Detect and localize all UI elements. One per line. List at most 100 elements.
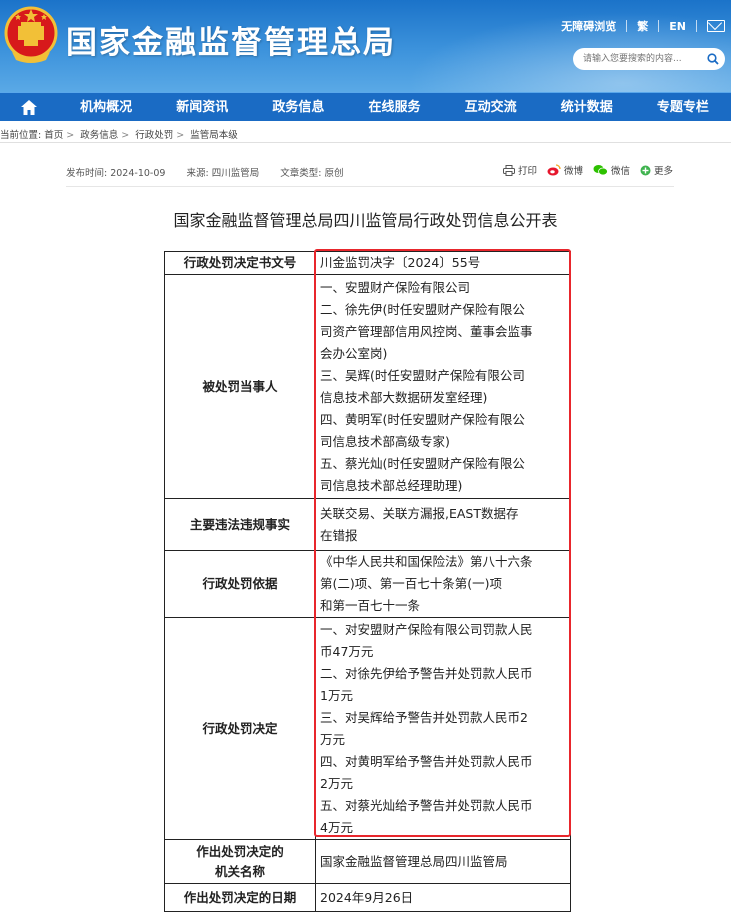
nav-item-government-info[interactable]: 政务信息 <box>250 93 346 122</box>
table-value-line: 《中华人民共和国保险法》第八十六条 <box>320 554 533 569</box>
table-value-line: 会办公室岗) <box>320 345 388 361</box>
table-value-line: 在错报 <box>320 527 358 543</box>
table-row: 主要违法违规事实 关联交易、关联方漏报,EAST数据存 在错报 <box>164 498 571 551</box>
table-key-cell: 作出处罚决定的 机关名称 <box>164 839 316 884</box>
mail-icon[interactable] <box>707 20 725 32</box>
table-value-line: 四、黄明军(时任安盟财产保险有限公 <box>320 411 525 427</box>
table-row: 作出处罚决定的日期 2024年9月26日 <box>164 883 571 912</box>
table-value-line: 三、对吴辉给予警告并处罚款人民币2 <box>320 709 528 725</box>
table-key-text: 行政处罚决定 <box>202 720 278 736</box>
table-value-line: 五、蔡光灿(时任安盟财产保险有限公 <box>320 455 525 471</box>
table-value-line: 二、徐先伊(时任安盟财产保险有限公 <box>320 301 525 317</box>
nav-item-statistics[interactable]: 统计数据 <box>539 93 635 122</box>
breadcrumb-government-info[interactable]: 政务信息 <box>80 130 118 141</box>
weibo-button[interactable]: 微博 <box>547 163 583 177</box>
table-key-text: 被处罚当事人 <box>202 378 278 394</box>
table-key-cell: 行政处罚决定书文号 <box>164 251 316 275</box>
divider <box>658 20 660 32</box>
table-value-cell: 一、对安盟财产保险有限公司罚款人民 币47万元二、对徐先伊给予警告并处罚款人民币 1… <box>315 617 571 840</box>
table-value-line: 第(二)项、第一百七十条第(一)项 <box>320 576 503 591</box>
nav-home[interactable] <box>0 93 58 122</box>
more-label: 更多 <box>653 166 673 177</box>
header-background <box>371 0 731 92</box>
nav-item-news[interactable]: 新闻资讯 <box>154 93 250 122</box>
printer-icon <box>502 164 515 176</box>
table-row: 行政处罚决定书文号 川金监罚决字〔2024〕55号 <box>164 251 571 275</box>
site-header: 国家金融监督管理总局 无障碍浏览 繁 EN <box>0 0 731 92</box>
table-value-line: 二、对徐先伊给予警告并处罚款人民币 <box>320 665 533 681</box>
wechat-icon <box>593 165 608 176</box>
penalty-info-table: 行政处罚决定书文号 川金监罚决字〔2024〕55号被处罚当事人 一、安盟财产保险有限… <box>164 251 571 912</box>
divider <box>626 20 628 32</box>
table-value-line: 2万元 <box>320 775 353 791</box>
table-value-cell: 国家金融监督管理总局四川监管局 <box>315 839 571 884</box>
breadcrumb-label: 当前位置: <box>0 130 42 141</box>
table-value-cell: 《中华人民共和国保险法》第八十六条 第(二)项、第一百七十条第(一)项 和第一百七十… <box>315 550 571 618</box>
table-key-cell: 作出处罚决定的日期 <box>164 883 316 912</box>
table-key-text: 行政处罚决定书文号 <box>183 255 297 270</box>
search-icon <box>707 53 719 65</box>
table-value-line: 司信息技术部高级专家) <box>320 433 450 449</box>
table-value-line: 1万元 <box>320 687 353 703</box>
divider <box>66 186 674 187</box>
table-value-line: 4万元 <box>320 819 353 835</box>
search-input[interactable] <box>573 48 701 70</box>
table-value-line: 2024年9月26日 <box>320 889 414 905</box>
table-value-line: 信息技术部大数据研发室经理) <box>320 389 488 405</box>
print-button[interactable]: 打印 <box>502 163 537 177</box>
table-value-line: 川金监罚决字〔2024〕55号 <box>320 255 481 270</box>
table-row: 作出处罚决定的 机关名称 国家金融监督管理总局四川监管局 <box>164 839 571 884</box>
source: 来源: 四川监管局 <box>186 168 260 179</box>
table-key-cell: 被处罚当事人 <box>164 274 316 499</box>
nav-item-online-services[interactable]: 在线服务 <box>346 93 442 122</box>
table-value-cell: 关联交易、关联方漏报,EAST数据存 在错报 <box>315 498 571 551</box>
table-key-cell: 行政处罚依据 <box>164 550 316 618</box>
table-value-cell: 川金监罚决字〔2024〕55号 <box>315 251 571 275</box>
divider <box>0 142 731 143</box>
table-key-text: 主要违法违规事实 <box>189 516 290 532</box>
table-value-cell: 一、安盟财产保险有限公司二、徐先伊(时任安盟财产保险有限公 司资产管理部信用风控岗… <box>315 274 571 499</box>
print-label: 打印 <box>517 166 537 177</box>
article-title: 国家金融监督管理总局四川监管局行政处罚信息公开表 <box>173 211 558 230</box>
main-nav: 机构概况 新闻资讯 政务信息 在线服务 互动交流 统计数据 专题专栏 <box>0 92 731 121</box>
breadcrumb-bureau[interactable]: 监管局本级 <box>190 130 238 141</box>
table-value-line: 关联交易、关联方漏报,EAST数据存 <box>320 505 519 521</box>
breadcrumb-home[interactable]: 首页 <box>44 130 63 141</box>
table-value-line: 四、对黄明军给予警告并处罚款人民币 <box>320 753 533 769</box>
article-meta: 发布时间: 2024-10-09 来源: 四川监管局 文章类型: 原创 <box>66 165 361 179</box>
search-box <box>573 48 725 70</box>
nav-item-special-topics[interactable]: 专题专栏 <box>635 93 731 122</box>
breadcrumb-penalties[interactable]: 行政处罚 <box>135 130 173 141</box>
table-key-text: 机关名称 <box>214 863 265 879</box>
nav-item-interaction[interactable]: 互动交流 <box>443 93 539 122</box>
weibo-icon <box>547 164 561 176</box>
top-links: 无障碍浏览 繁 EN <box>561 18 725 34</box>
wechat-button[interactable]: 微信 <box>593 163 630 177</box>
accessibility-link[interactable]: 无障碍浏览 <box>561 18 616 34</box>
site-title[interactable]: 国家金融监督管理总局 <box>66 17 396 62</box>
table-key-text: 作出处罚决定的 <box>196 843 284 859</box>
publish-time: 发布时间: 2024-10-09 <box>66 168 166 179</box>
search-button[interactable] <box>701 48 725 70</box>
english-link[interactable]: EN <box>669 20 686 33</box>
share-bar: 打印 微博 微信 更多 <box>502 163 673 177</box>
nav-item-about[interactable]: 机构概况 <box>58 93 154 122</box>
plus-circle-icon <box>640 165 651 175</box>
table-value-line: 一、对安盟财产保险有限公司罚款人民 <box>320 621 533 637</box>
doc-type: 文章类型: 原创 <box>280 168 344 179</box>
wechat-label: 微信 <box>610 166 630 177</box>
table-row: 行政处罚决定 一、对安盟财产保险有限公司罚款人民 币47万元二、对徐先伊给予警告并处… <box>164 617 571 840</box>
table-value-line: 币47万元 <box>320 643 374 659</box>
table-value-cell: 2024年9月26日 <box>315 883 571 912</box>
more-button[interactable]: 更多 <box>640 163 673 177</box>
table-key-cell: 主要违法违规事实 <box>164 498 316 551</box>
table-value-line: 三、吴辉(时任安盟财产保险有限公司 <box>320 367 525 383</box>
traditional-chinese-link[interactable]: 繁 <box>637 18 648 34</box>
table-value-line: 司资产管理部信用风控岗、董事会监事 <box>320 323 533 339</box>
table-value-line: 五、对蔡光灿给予警告并处罚款人民币 <box>320 797 533 813</box>
weibo-label: 微博 <box>563 166 583 177</box>
table-key-text: 作出处罚决定的日期 <box>183 889 297 905</box>
table-value-line: 一、安盟财产保险有限公司 <box>320 279 471 295</box>
table-key-cell: 行政处罚决定 <box>164 617 316 840</box>
table-row: 行政处罚依据 《中华人民共和国保险法》第八十六条 第(二)项、第一百七十条第(一)项… <box>164 550 571 618</box>
